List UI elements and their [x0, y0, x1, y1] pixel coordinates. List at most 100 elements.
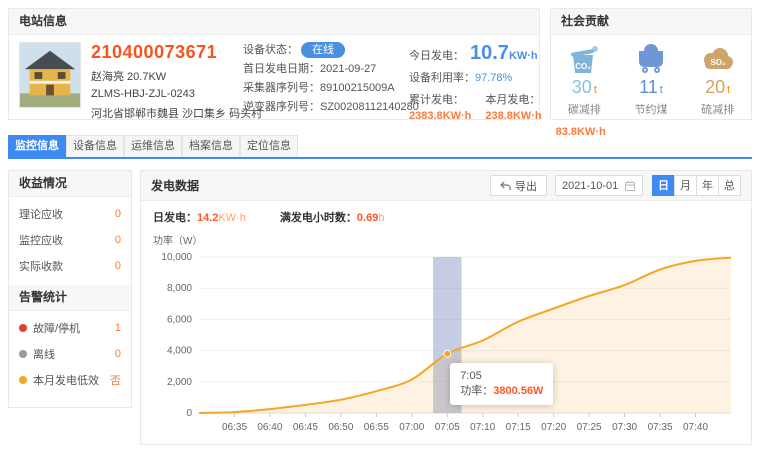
- svg-text:07:40: 07:40: [683, 422, 708, 433]
- revenue-section-title: 收益情况: [9, 171, 131, 197]
- export-button[interactable]: 导出: [490, 175, 547, 196]
- full-hours-label: 满发电小时数：: [280, 212, 357, 224]
- svg-text:8,000: 8,000: [167, 283, 192, 294]
- dashboard-page: 电站信息 210400073671 赵海亮 20.7KW ZLMS-HBJ-ZJ…: [0, 0, 760, 457]
- svg-text:06:45: 06:45: [293, 422, 318, 433]
- tooltip-value: 3800.56W: [493, 385, 543, 397]
- month-gen-label: 本月发电：: [485, 91, 541, 107]
- alarm-row-fault: 故障/停机 1: [19, 315, 121, 341]
- utilization-value: 97.78%: [475, 72, 512, 84]
- today-gen-value: 10.7: [470, 42, 509, 64]
- first-gen-date: 2021-09-27: [320, 63, 376, 75]
- sidebar-panel: 收益情况 理论应收 0 监控应收 0 实际收款 0 告警统计 故障/停机 1 离…: [8, 170, 132, 408]
- co2-unit: t: [594, 84, 597, 96]
- svg-text:07:35: 07:35: [648, 422, 673, 433]
- so2-unit: t: [727, 84, 730, 96]
- co2-value: 30: [572, 77, 592, 97]
- svg-text:06:50: 06:50: [328, 422, 353, 433]
- chart-tooltip: 7:05 功率：3800.56W: [450, 363, 553, 405]
- low-efficiency-dot-icon: [19, 376, 27, 384]
- date-picker[interactable]: 2021-10-01: [555, 175, 643, 196]
- station-info-panel: 电站信息 210400073671 赵海亮 20.7KW ZLMS-HBJ-ZJ…: [8, 8, 540, 120]
- revenue-row-actual: 实际收款 0: [19, 253, 121, 279]
- tooltip-time: 7:05: [460, 369, 543, 384]
- full-hours-unit: h: [378, 212, 384, 224]
- svg-text:07:30: 07:30: [612, 422, 637, 433]
- tab-bar: 监控信息 设备信息 运维信息 档案信息 定位信息: [8, 135, 752, 159]
- range-month-button[interactable]: 月: [674, 175, 697, 196]
- svg-text:07:20: 07:20: [541, 422, 566, 433]
- range-day-button[interactable]: 日: [652, 175, 675, 196]
- svg-text:07:00: 07:00: [399, 422, 424, 433]
- station-photo: [19, 42, 81, 108]
- station-address: 河北省邯郸市魏县 沙口集乡 码头村: [91, 105, 243, 121]
- status-badge: 在线: [301, 42, 345, 58]
- so2-value: 20: [705, 77, 725, 97]
- device-status-label: 设备状态：: [243, 44, 298, 56]
- daily-gen-value: 14.2: [197, 212, 218, 224]
- daily-gen-unit: KW·h: [218, 212, 246, 224]
- full-hours-value: 0.69: [357, 212, 378, 224]
- revenue-value: 0: [115, 234, 121, 246]
- station-code: ZLMS-HBJ-ZJL-0243: [91, 88, 243, 100]
- coal-unit: t: [660, 84, 663, 96]
- y-axis-title: 功率（W）: [153, 232, 739, 247]
- co2-reduction-icon: CO₂: [567, 44, 601, 74]
- svg-text:07:25: 07:25: [577, 422, 602, 433]
- revenue-row-monitored: 监控应收 0: [19, 227, 121, 253]
- range-year-button[interactable]: 年: [696, 175, 719, 196]
- alarm-row-low-efficiency: 本月发电低效 否: [19, 367, 121, 393]
- alarm-value: 否: [110, 372, 121, 388]
- revenue-value: 0: [115, 208, 121, 220]
- utilization-label: 设备利用率：: [409, 72, 475, 84]
- svg-text:07:15: 07:15: [506, 422, 531, 433]
- daily-gen-label: 日发电：: [153, 212, 197, 224]
- alarm-section-title: 告警统计: [9, 285, 131, 311]
- fault-dot-icon: [19, 324, 27, 332]
- tooltip-label: 功率：: [460, 385, 493, 397]
- coal-value: 11: [639, 77, 658, 97]
- svg-text:10,000: 10,000: [161, 252, 192, 263]
- svg-text:CO₂: CO₂: [576, 62, 592, 71]
- svg-text:06:35: 06:35: [222, 422, 247, 433]
- tab-location-info[interactable]: 定位信息: [240, 135, 298, 157]
- svg-text:6,000: 6,000: [167, 314, 192, 325]
- coal-saving-icon: [634, 44, 668, 74]
- range-segmented-control: 日 月 年 总: [653, 175, 741, 196]
- svg-text:06:40: 06:40: [257, 422, 282, 433]
- svg-text:07:10: 07:10: [470, 422, 495, 433]
- svg-text:0: 0: [186, 408, 192, 419]
- month-gen-value: 238.8KW·h: [485, 110, 541, 122]
- social-contribution-panel: 社会贡献 CO₂ 30t 碳减排 11t: [550, 8, 752, 120]
- offline-dot-icon: [19, 350, 27, 358]
- collector-label: 采集器序列号：: [243, 82, 320, 94]
- station-owner: 赵海亮 20.7KW: [91, 68, 243, 84]
- station-id: 210400073671: [91, 42, 243, 63]
- revenue-value: 0: [115, 260, 121, 272]
- so2-reduction-icon: SO₂: [701, 44, 735, 74]
- coal-label: 节约煤: [621, 101, 681, 117]
- chart-panel-title: 发电数据: [151, 177, 490, 194]
- social-panel-title: 社会贡献: [551, 9, 751, 35]
- so2-label: 硫减排: [688, 101, 748, 117]
- social-item-coal: 11t 节约煤: [621, 44, 681, 117]
- export-arrow-icon: [500, 181, 511, 191]
- power-line-chart[interactable]: 02,0004,0006,0008,00010,00006:3506:4006:…: [153, 249, 739, 445]
- total-gen-label: 累计发电：: [409, 91, 471, 107]
- today-gen-unit: KW·h: [509, 50, 538, 62]
- inverter-label: 逆变器序列号：: [243, 101, 320, 113]
- alarm-value: 1: [115, 322, 121, 334]
- station-panel-title: 电站信息: [9, 9, 539, 35]
- svg-text:06:55: 06:55: [364, 422, 389, 433]
- calendar-icon: [624, 180, 636, 192]
- alarm-value: 0: [115, 348, 121, 360]
- svg-text:07:05: 07:05: [435, 422, 460, 433]
- social-item-co2: CO₂ 30t 碳减排: [554, 44, 614, 117]
- range-total-button[interactable]: 总: [718, 175, 741, 196]
- tab-device-info[interactable]: 设备信息: [66, 135, 124, 157]
- tab-monitoring-info[interactable]: 监控信息: [8, 135, 66, 157]
- tab-ops-info[interactable]: 运维信息: [124, 135, 182, 157]
- tab-archive-info[interactable]: 档案信息: [182, 135, 240, 157]
- revenue-row-theoretical: 理论应收 0: [19, 201, 121, 227]
- today-gen-label: 今日发电：: [409, 50, 464, 62]
